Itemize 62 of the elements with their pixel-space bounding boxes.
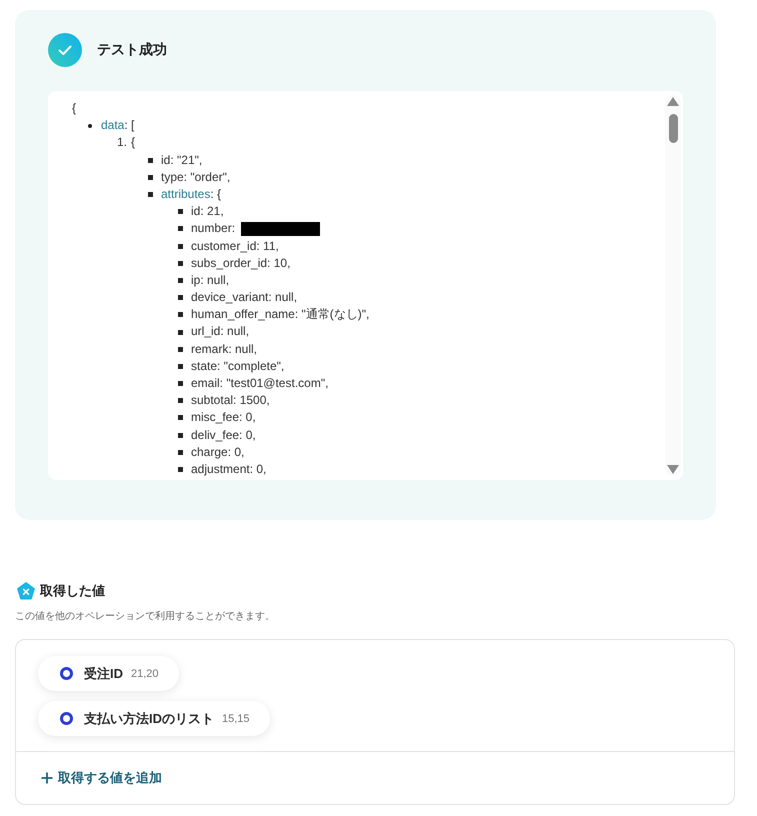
value-label: 受注ID bbox=[84, 664, 123, 682]
value-count: 15,15 bbox=[222, 712, 250, 724]
square-bullet-icon bbox=[148, 174, 153, 180]
json-line: number: bbox=[191, 220, 236, 238]
section-title: 取得した値 bbox=[40, 582, 105, 600]
json-line: deliv_fee: 0, bbox=[191, 426, 256, 444]
square-bullet-icon bbox=[178, 381, 183, 386]
square-bullet-icon bbox=[178, 244, 183, 249]
json-line: subs_order_id: 10, bbox=[191, 254, 290, 272]
json-line: charge: 0, bbox=[191, 444, 244, 461]
json-line: subtotal: 1500, bbox=[191, 392, 270, 410]
json-line: adjustment: 0, bbox=[191, 460, 266, 478]
json-line: misc_fee: 0, bbox=[191, 409, 256, 426]
json-line: { bbox=[72, 100, 76, 117]
add-value-button[interactable]: 取得する値を追加 bbox=[41, 769, 162, 787]
json-line: customer_id: 11, bbox=[191, 238, 279, 254]
square-bullet-icon bbox=[178, 450, 183, 455]
square-bullet-icon bbox=[148, 158, 153, 163]
json-line: email: "test01@test.com", bbox=[191, 375, 328, 392]
plus-icon bbox=[41, 772, 53, 784]
list-number: 1. bbox=[117, 134, 128, 152]
square-bullet-icon bbox=[178, 432, 183, 438]
pentagon-x-icon bbox=[17, 582, 35, 600]
json-line: device_variant: null, bbox=[191, 289, 298, 306]
json-line: data: [ bbox=[101, 117, 134, 134]
square-bullet-icon bbox=[178, 415, 183, 420]
square-bullet-icon bbox=[178, 209, 183, 214]
test-result-title: テスト成功 bbox=[97, 41, 167, 59]
ring-icon bbox=[60, 667, 73, 680]
square-bullet-icon bbox=[178, 398, 183, 404]
square-bullet-icon bbox=[178, 295, 183, 300]
ring-icon bbox=[60, 712, 73, 725]
value-count: 21,20 bbox=[131, 668, 159, 680]
json-line: url_id: null, bbox=[191, 323, 250, 340]
scrollbar[interactable] bbox=[665, 95, 681, 476]
value-chip[interactable]: 支払い方法IDのリスト 15,15 bbox=[38, 701, 270, 736]
scroll-down-icon[interactable] bbox=[667, 465, 679, 474]
json-line: human_offer_name: "通常(なし)", bbox=[191, 306, 370, 324]
check-icon bbox=[48, 33, 82, 67]
square-bullet-icon bbox=[178, 226, 183, 232]
value-chip[interactable]: 受注ID 21,20 bbox=[38, 656, 179, 691]
json-line: attributes: { bbox=[161, 186, 222, 203]
json-line: remark: null, bbox=[191, 340, 258, 358]
scrollbar-thumb[interactable] bbox=[668, 114, 678, 143]
square-bullet-icon bbox=[178, 278, 183, 283]
section-description: この値を他のオペレーションで利用することができます。 bbox=[15, 610, 276, 623]
disc-bullet-icon bbox=[88, 124, 92, 128]
json-line: { bbox=[131, 134, 136, 152]
square-bullet-icon bbox=[178, 330, 183, 335]
json-line: type: "order", bbox=[161, 168, 230, 186]
square-bullet-icon bbox=[178, 346, 183, 352]
json-line: id: 21, bbox=[191, 203, 224, 220]
value-label: 支払い方法IDのリスト bbox=[84, 710, 214, 728]
json-line: ip: null, bbox=[191, 272, 230, 289]
square-bullet-icon bbox=[178, 260, 183, 266]
square-bullet-icon bbox=[178, 467, 183, 472]
json-line: state: "complete", bbox=[191, 358, 284, 375]
square-bullet-icon bbox=[178, 312, 183, 318]
square-bullet-icon bbox=[178, 364, 183, 369]
square-bullet-icon bbox=[148, 192, 153, 198]
json-line: id: "21", bbox=[161, 152, 202, 169]
scroll-up-icon[interactable] bbox=[667, 97, 679, 106]
